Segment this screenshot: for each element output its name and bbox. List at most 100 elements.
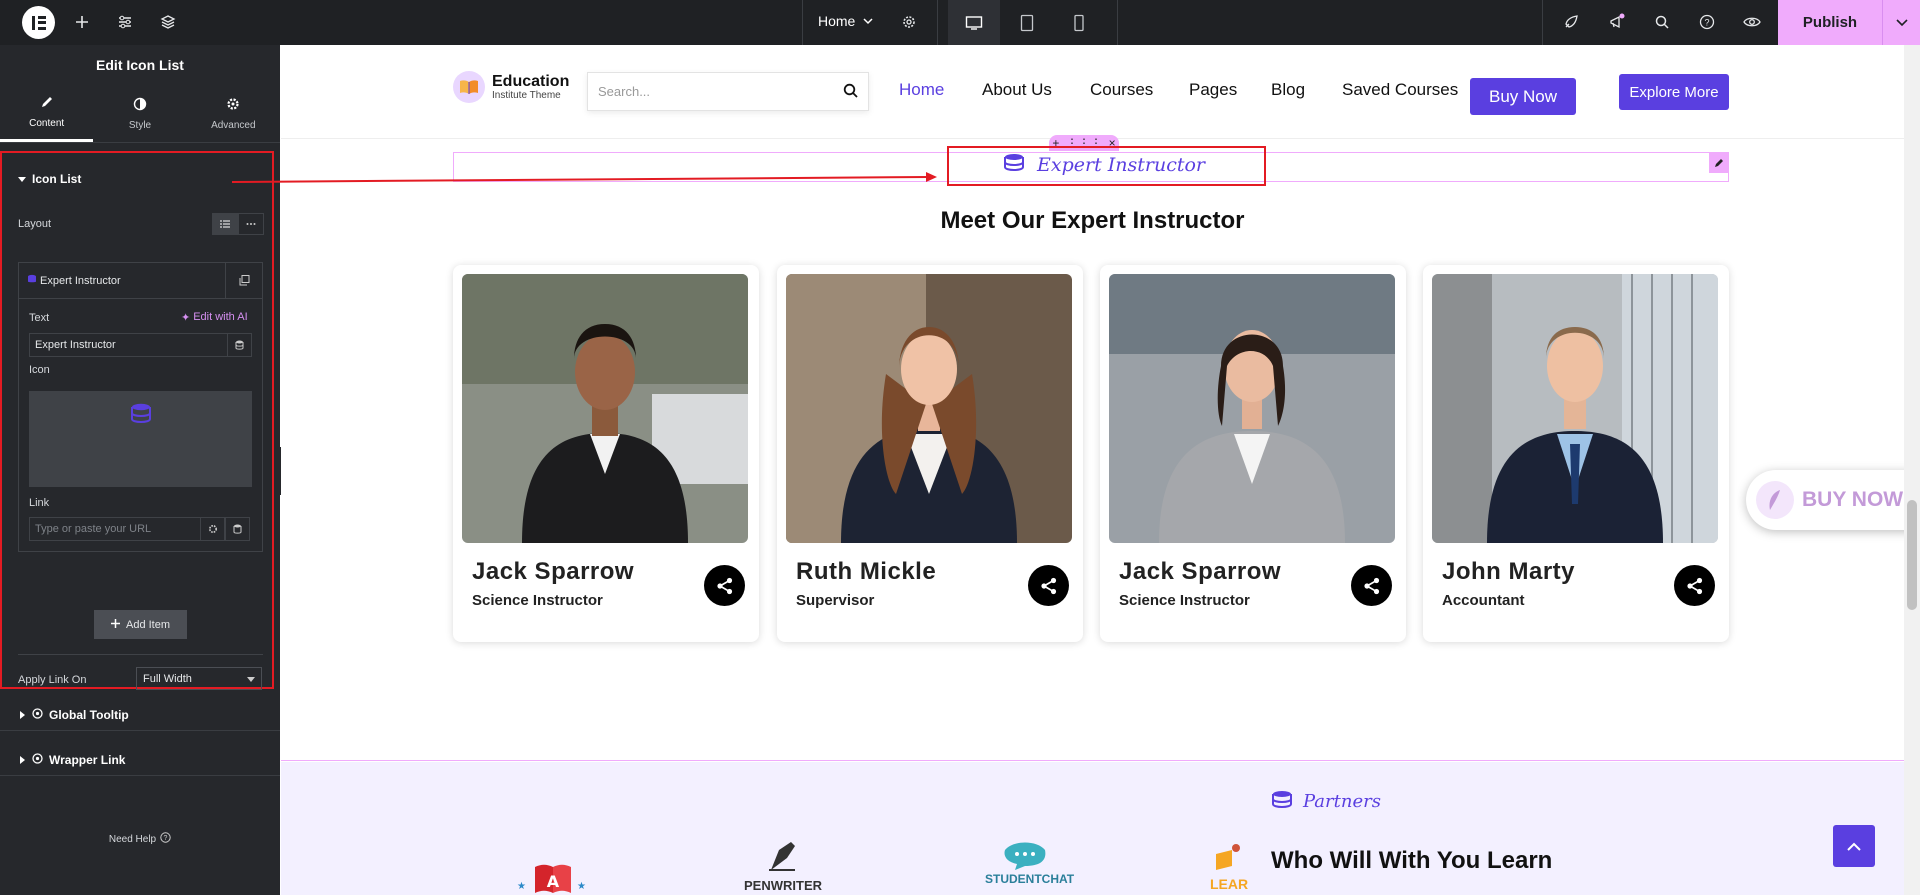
share-icon[interactable] (1028, 565, 1069, 606)
canvas-scrollbar[interactable] (1904, 45, 1920, 895)
gear-icon (226, 97, 240, 114)
brand-name: Education (492, 73, 570, 90)
panel-tabs: Content Style Advanced (0, 85, 280, 143)
partner-logo-studentchat: STUDENTCHAT (975, 840, 1075, 895)
buy-now-button[interactable]: Buy Now (1470, 78, 1576, 115)
preview-eye-icon[interactable] (1741, 11, 1763, 33)
editor-topbar: Home ? Publish (0, 0, 1920, 45)
panel-title: Edit Icon List (96, 57, 184, 73)
tablet-view-icon[interactable] (1001, 0, 1053, 45)
nav-courses[interactable]: Courses (1090, 80, 1153, 100)
elementor-logo-icon[interactable] (22, 6, 55, 39)
share-icon[interactable] (1674, 565, 1715, 606)
share-icon[interactable] (1351, 565, 1392, 606)
partner-logo-learn: LEAR (1206, 840, 1256, 895)
search-placeholder: Search... (598, 84, 651, 99)
tab-style-label: Style (128, 119, 152, 131)
publish-button[interactable]: Publish (1778, 14, 1882, 31)
link-dynamic-tags-icon[interactable] (225, 517, 250, 541)
nav-home[interactable]: Home (899, 80, 944, 100)
floating-buy-now-button[interactable]: BUY NOW (1746, 470, 1904, 530)
text-input[interactable]: Expert Instructor (29, 333, 228, 357)
explore-more-button[interactable]: Explore More (1619, 74, 1729, 110)
tab-style[interactable]: Style (93, 85, 186, 142)
apply-link-select[interactable]: Full Width (136, 667, 262, 690)
instructor-role: Science Instructor (472, 592, 603, 609)
caret-right-icon (18, 708, 26, 722)
instructor-card[interactable]: Jack Sparrow Science Instructor (1100, 265, 1406, 642)
publish-options-chevron-icon[interactable] (1882, 0, 1920, 45)
layout-label: Layout (18, 218, 52, 230)
nav-pages[interactable]: Pages (1189, 80, 1237, 100)
half-circle-icon (133, 97, 147, 114)
help-icon[interactable]: ? (1696, 11, 1718, 33)
svg-text:?: ? (164, 835, 168, 842)
notifications-megaphone-icon[interactable] (1606, 11, 1628, 33)
search-icon[interactable] (1651, 11, 1673, 33)
instructor-role: Supervisor (796, 592, 875, 609)
mobile-view-icon[interactable] (1053, 0, 1105, 45)
link-input[interactable]: Type or paste your URL (29, 517, 201, 541)
page-settings-gear-icon[interactable] (898, 11, 920, 33)
partner-logo-book-icon: ★ A ★ (513, 859, 593, 895)
add-item-label: Add Item (125, 618, 171, 631)
dynamic-tags-icon[interactable] (227, 333, 252, 357)
section-global-tooltip-header[interactable]: Global Tooltip (18, 708, 129, 722)
instructor-card[interactable]: Ruth Mickle Supervisor (777, 265, 1083, 642)
site-search-input[interactable]: Search... (587, 72, 869, 111)
publish-button-group: Publish (1778, 0, 1920, 45)
nav-blog[interactable]: Blog (1271, 80, 1305, 100)
tab-advanced[interactable]: Advanced (187, 85, 280, 142)
instructor-photo (1432, 274, 1718, 543)
caret-down-icon (247, 673, 255, 685)
floating-buy-now-label: BUY NOW (1802, 488, 1904, 511)
need-help-link[interactable]: Need Help ? (0, 832, 280, 846)
pen-icon (769, 842, 795, 871)
topbar-divider (1117, 0, 1118, 45)
chevron-down-icon (863, 13, 873, 29)
scroll-to-top-button[interactable] (1833, 825, 1875, 867)
edit-with-ai-button[interactable]: ✦ Edit with AI (181, 311, 248, 324)
layout-inline-icon[interactable] (238, 213, 264, 235)
section-icon-list-header[interactable]: Icon List (18, 172, 81, 186)
instructor-photo (1109, 274, 1395, 543)
topbar-divider (1542, 0, 1543, 45)
tab-content[interactable]: Content (0, 85, 94, 142)
instructor-name: Jack Sparrow (472, 558, 635, 585)
link-label: Link (29, 497, 50, 509)
nav-saved-courses[interactable]: Saved Courses (1342, 80, 1458, 100)
section-heading: Meet Our Expert Instructor (940, 207, 1245, 234)
rocket-icon[interactable] (1560, 11, 1582, 33)
edit-widget-pencil-icon[interactable] (1709, 153, 1729, 173)
share-icon[interactable] (704, 565, 745, 606)
partners-heading: Who Will With You Learn (1271, 847, 1553, 874)
search-icon[interactable] (843, 83, 858, 101)
partner-logo-label: STUDENTCHAT (985, 872, 1075, 886)
site-logo[interactable]: Education Institute Theme (453, 71, 569, 103)
instructor-photo (786, 274, 1072, 543)
tab-advanced-label: Advanced (211, 119, 256, 131)
divider (0, 730, 280, 731)
instructor-name: Jack Sparrow (1119, 558, 1282, 585)
link-options-gear-icon[interactable] (200, 517, 225, 541)
layout-list-icon[interactable] (212, 213, 238, 235)
duplicate-icon[interactable] (225, 263, 262, 298)
desktop-view-icon[interactable] (948, 0, 1000, 45)
nav-about-us[interactable]: About Us (982, 80, 1052, 100)
settings-sliders-icon[interactable] (114, 11, 136, 33)
layers-icon[interactable] (157, 11, 179, 33)
instructor-card[interactable]: John Marty Accountant (1423, 265, 1729, 642)
page-name: Home (818, 13, 856, 29)
add-item-button[interactable]: Add Item (94, 610, 187, 639)
section-wrapper-link-header[interactable]: Wrapper Link (18, 753, 125, 767)
section-global-tooltip-label: Global Tooltip (49, 708, 129, 722)
repeater-item-header[interactable]: Expert Instructor (19, 263, 262, 299)
icon-picker[interactable] (29, 391, 252, 487)
instructor-role: Accountant (1442, 592, 1525, 609)
page-selector[interactable]: Home (818, 13, 873, 29)
instructor-card[interactable]: Jack Sparrow Science Instructor (453, 265, 759, 642)
add-element-icon[interactable] (71, 11, 93, 33)
edit-with-ai-label: Edit with AI (193, 311, 248, 323)
scrollbar-thumb[interactable] (1907, 500, 1917, 610)
annotation-highlight-box (947, 146, 1266, 186)
